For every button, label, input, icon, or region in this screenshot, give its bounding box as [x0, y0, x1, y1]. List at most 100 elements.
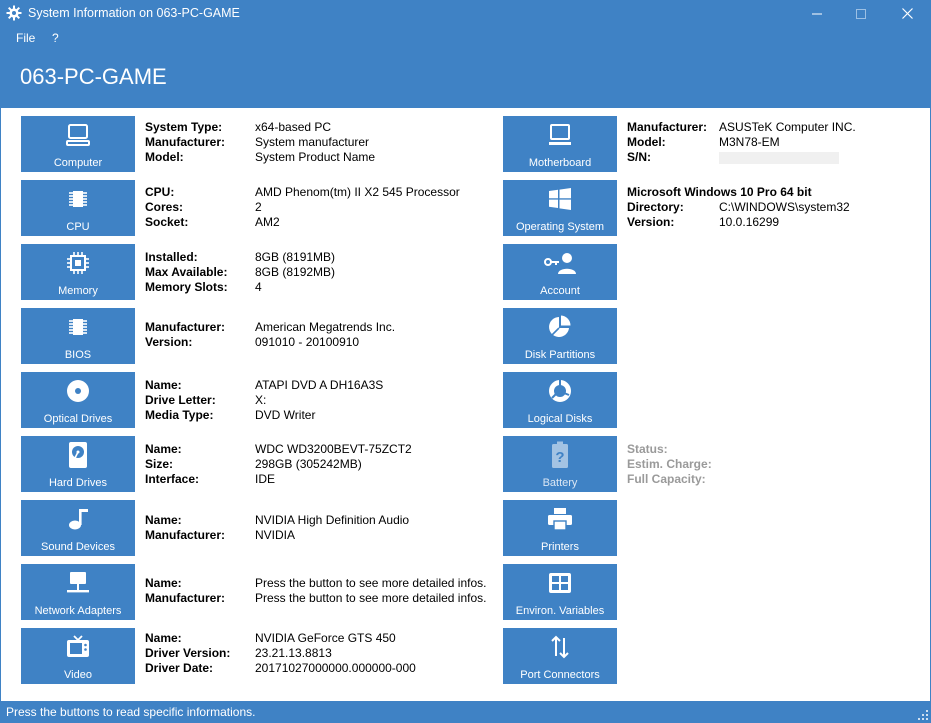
account-button[interactable]: Account [503, 244, 617, 300]
music-note-icon [69, 509, 88, 530]
video-name-key: Name: [145, 631, 182, 645]
mb-model-value: M3N78-EM [719, 135, 780, 149]
cpu-icon [69, 191, 87, 207]
memory-button[interactable]: Memory [21, 244, 135, 300]
port-connectors-button[interactable]: Port Connectors [503, 628, 617, 684]
sound-name-value: NVIDIA High Definition Audio [255, 513, 410, 527]
hdd-interface-value: IDE [255, 472, 276, 486]
cores-key: Cores: [145, 200, 184, 214]
battery-capacity-key: Full Capacity: [627, 472, 706, 486]
pie-chart-icon [549, 315, 571, 337]
menu-file[interactable]: File [16, 31, 35, 45]
menu-bar: File ? [0, 27, 931, 49]
installed-value: 8GB (8191MB) [255, 250, 336, 264]
resize-grip-icon[interactable] [918, 710, 928, 720]
media-type-value: DVD Writer [255, 408, 316, 422]
video-name-value: NVIDIA GeForce GTS 450 [255, 631, 396, 645]
user-key-icon [544, 253, 576, 274]
close-button[interactable] [884, 0, 930, 27]
tv-icon [67, 635, 89, 657]
os-version-key: Version: [627, 215, 675, 229]
disk-partitions-label: Disk Partitions [524, 349, 596, 361]
cpu-key: CPU: [145, 185, 175, 199]
printers-label: Printers [541, 541, 579, 553]
memory-slots-key: Memory Slots: [145, 280, 228, 294]
arrows-updown-icon [551, 635, 569, 659]
manufacturer-key: Manufacturer: [145, 135, 226, 149]
cores-value: 2 [255, 200, 262, 214]
network-manufacturer-value: Press the button to see more detailed in… [255, 591, 487, 605]
operating-system-button[interactable]: Operating System [503, 180, 617, 236]
bios-version-value: 091010 - 20100910 [255, 335, 360, 349]
bios-version-key: Version: [145, 335, 193, 349]
bios-manufacturer-value: American Megatrends Inc. [255, 320, 396, 334]
printers-button[interactable]: Printers [503, 500, 617, 556]
sound-manufacturer-key: Manufacturer: [145, 528, 226, 542]
svg-text:?: ? [555, 449, 564, 466]
manufacturer-value: System manufacturer [255, 135, 370, 149]
sound-devices-button[interactable]: Sound Devices [21, 500, 135, 556]
minimize-icon [812, 13, 822, 14]
driver-version-key: Driver Version: [145, 646, 231, 660]
sound-devices-label: Sound Devices [41, 541, 115, 553]
computer-label: Computer [53, 157, 103, 169]
menu-help[interactable]: ? [52, 31, 59, 45]
memory-slots-value: 4 [255, 280, 262, 294]
window-title: System Information on 063-PC-GAME [28, 6, 240, 20]
mb-manufacturer-key: Manufacturer: [627, 120, 708, 134]
socket-key: Socket: [145, 215, 189, 229]
operating-system-label: Operating System [515, 221, 605, 233]
cpu-label: CPU [66, 221, 90, 233]
hard-drives-label: Hard Drives [48, 477, 108, 489]
video-label: Video [64, 669, 92, 681]
max-available-key: Max Available: [145, 265, 228, 279]
port-connectors-label: Port Connectors [520, 669, 600, 681]
network-adapters-button[interactable]: Network Adapters [21, 564, 135, 620]
motherboard-label: Motherboard [528, 157, 592, 169]
mb-model-key: Model: [627, 135, 666, 149]
hard-drive-icon [69, 442, 87, 468]
logical-disks-label: Logical Disks [527, 413, 593, 425]
computer-button[interactable]: Computer [21, 116, 135, 172]
optical-drives-label: Optical Drives [43, 413, 113, 425]
battery-charge-key: Estim. Charge: [627, 457, 712, 471]
optical-name-key: Name: [145, 378, 182, 392]
cpu-button[interactable]: CPU [21, 180, 135, 236]
printer-icon [548, 508, 572, 531]
monitor-icon [549, 124, 571, 145]
maximize-icon [856, 8, 866, 19]
battery-button[interactable]: ? Battery [503, 436, 617, 492]
installed-key: Installed: [145, 250, 198, 264]
status-bar: Press the buttons to read specific infor… [0, 701, 931, 723]
cpu-value: AMD Phenom(tm) II X2 545 Processor [255, 185, 460, 199]
mb-serial-value [719, 150, 839, 168]
sound-name-key: Name: [145, 513, 182, 527]
bios-button[interactable]: BIOS [21, 308, 135, 364]
hdd-size-key: Size: [145, 457, 174, 471]
environment-variables-label: Environ. Variables [515, 605, 605, 617]
gear-icon [6, 5, 22, 21]
environment-variables-button[interactable]: Environ. Variables [503, 564, 617, 620]
sound-manufacturer-value: NVIDIA [255, 528, 296, 542]
logical-disks-button[interactable]: Logical Disks [503, 372, 617, 428]
network-icon [67, 572, 89, 593]
network-name-value: Press the button to see more detailed in… [255, 576, 487, 590]
minimize-button[interactable] [794, 0, 840, 27]
video-button[interactable]: Video [21, 628, 135, 684]
hard-drives-button[interactable]: Hard Drives [21, 436, 135, 492]
optical-drives-button[interactable]: Optical Drives [21, 372, 135, 428]
model-value: System Product Name [255, 150, 376, 164]
grid-icon [549, 573, 571, 593]
driver-date-value: 20171027000000.000000-000 [255, 661, 416, 675]
status-text: Press the buttons to read specific infor… [6, 705, 256, 719]
driver-version-value: 23.21.13.8813 [255, 646, 332, 660]
windows-logo-icon [549, 188, 571, 210]
motherboard-button[interactable]: Motherboard [503, 116, 617, 172]
optical-name-value: ATAPI DVD A DH16A3S [255, 378, 384, 392]
memory-icon [67, 252, 89, 274]
disk-partitions-button[interactable]: Disk Partitions [503, 308, 617, 364]
maximize-button[interactable] [838, 0, 884, 27]
battery-label: Battery [542, 477, 578, 489]
network-manufacturer-key: Manufacturer: [145, 591, 226, 605]
hdd-name-value: WDC WD3200BEVT-75ZCT2 [255, 442, 412, 456]
